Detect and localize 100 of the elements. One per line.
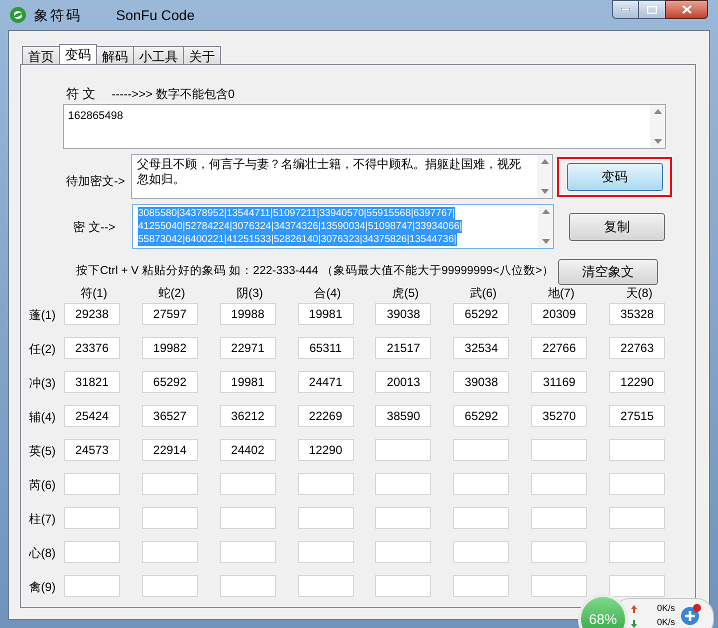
code-input[interactable]: 25424 <box>64 405 120 427</box>
code-input[interactable]: 35270 <box>531 405 588 427</box>
code-input[interactable] <box>142 473 198 495</box>
code-input[interactable] <box>453 507 510 529</box>
minimize-button[interactable] <box>612 0 639 19</box>
code-input[interactable]: 19988 <box>220 303 276 325</box>
tab[interactable]: 变码 <box>59 44 97 64</box>
code-input[interactable]: 29238 <box>64 303 120 325</box>
scroll-up-icon[interactable] <box>654 109 662 114</box>
code-input[interactable]: 24573 <box>64 439 120 461</box>
code-input[interactable] <box>64 575 120 597</box>
code-input[interactable] <box>531 541 588 563</box>
scroll-down-icon[interactable] <box>654 139 662 144</box>
code-input[interactable] <box>609 575 666 597</box>
code-input[interactable] <box>142 541 198 563</box>
code-input[interactable]: 27515 <box>609 405 666 427</box>
code-input[interactable]: 20309 <box>531 303 588 325</box>
scroll-up-icon[interactable] <box>540 159 548 164</box>
code-input[interactable]: 21517 <box>375 337 432 359</box>
copy-button[interactable]: 复制 <box>569 212 665 240</box>
tab[interactable]: 首页 <box>22 46 60 64</box>
code-input[interactable] <box>609 507 666 529</box>
tab[interactable]: 小工具 <box>133 46 184 64</box>
scroll-down-icon[interactable] <box>540 189 548 194</box>
code-input[interactable]: 12290 <box>609 371 666 393</box>
code-input[interactable] <box>375 439 432 461</box>
code-input[interactable] <box>298 541 354 563</box>
code-input[interactable] <box>64 507 120 529</box>
code-input[interactable] <box>375 541 432 563</box>
code-input[interactable] <box>220 575 276 597</box>
upload-speed: 0K/s <box>657 603 676 614</box>
code-input[interactable] <box>453 541 510 563</box>
code-input[interactable]: 19982 <box>142 337 198 359</box>
close-button[interactable] <box>665 0 708 19</box>
code-input[interactable]: 31821 <box>64 371 120 393</box>
code-input[interactable] <box>453 473 510 495</box>
code-input[interactable]: 39038 <box>453 371 510 393</box>
code-input[interactable]: 12290 <box>298 439 354 461</box>
code-input[interactable]: 38590 <box>375 405 432 427</box>
code-input[interactable] <box>531 473 588 495</box>
code-input[interactable]: 24402 <box>220 439 276 461</box>
code-input[interactable] <box>453 575 510 597</box>
scroll-up-icon[interactable] <box>542 209 550 214</box>
code-input[interactable] <box>64 473 120 495</box>
source-hint: ----->>> 数字不能包含0 <box>112 86 235 103</box>
scrollbar[interactable] <box>538 205 553 248</box>
code-input[interactable]: 27597 <box>142 303 198 325</box>
code-input[interactable]: 36212 <box>220 405 276 427</box>
code-input[interactable] <box>531 507 588 529</box>
code-input[interactable]: 20013 <box>375 371 432 393</box>
code-input[interactable]: 24471 <box>298 371 354 393</box>
code-input[interactable]: 35328 <box>609 303 666 325</box>
row-header: 芮(6) <box>29 477 56 494</box>
tab[interactable]: 解码 <box>96 46 134 64</box>
tab[interactable]: 关于 <box>183 46 221 64</box>
code-input[interactable]: 65292 <box>453 303 510 325</box>
code-input[interactable]: 39038 <box>375 303 432 325</box>
code-input[interactable]: 23376 <box>64 337 120 359</box>
scroll-down-icon[interactable] <box>542 239 550 244</box>
code-input[interactable] <box>220 507 276 529</box>
encode-button[interactable]: 变码 <box>566 162 662 190</box>
code-input[interactable]: 31169 <box>531 371 588 393</box>
code-input[interactable]: 19981 <box>298 303 354 325</box>
add-icon[interactable] <box>680 603 702 625</box>
code-input[interactable] <box>298 473 354 495</box>
source-field[interactable]: 162865498 <box>63 104 666 149</box>
code-input[interactable] <box>375 473 432 495</box>
code-input[interactable] <box>220 541 276 563</box>
code-input[interactable] <box>142 575 198 597</box>
code-input[interactable] <box>531 439 588 461</box>
code-input[interactable]: 22766 <box>531 337 588 359</box>
code-input[interactable] <box>531 575 588 597</box>
code-input[interactable]: 22269 <box>298 405 354 427</box>
code-input[interactable] <box>609 541 666 563</box>
code-input[interactable] <box>609 439 666 461</box>
code-input[interactable]: 36527 <box>142 405 198 427</box>
code-input[interactable]: 22763 <box>609 337 666 359</box>
code-input[interactable] <box>142 507 198 529</box>
code-input[interactable] <box>298 575 354 597</box>
code-input[interactable]: 65292 <box>453 405 510 427</box>
code-input[interactable]: 19981 <box>220 371 276 393</box>
plaintext-field[interactable]: 父母且不顾，何言子与妻？名编壮士籍，不得中顾私。捐躯赴国难，视死忽如归。 <box>131 154 553 199</box>
code-input[interactable] <box>64 541 120 563</box>
column-header: 虎(5) <box>392 286 419 300</box>
code-input[interactable]: 32534 <box>453 337 510 359</box>
code-input[interactable] <box>375 507 432 529</box>
maximize-button[interactable] <box>639 0 665 19</box>
code-input[interactable]: 65292 <box>142 371 198 393</box>
scrollbar[interactable] <box>650 105 665 148</box>
code-input[interactable]: 22971 <box>220 337 276 359</box>
code-input[interactable] <box>298 507 354 529</box>
code-input[interactable] <box>375 575 432 597</box>
scrollbar[interactable] <box>537 155 552 198</box>
clear-button[interactable]: 清空象文 <box>558 259 658 285</box>
column-header: 地(7) <box>548 286 575 300</box>
code-input[interactable] <box>220 473 276 495</box>
code-input[interactable] <box>453 439 510 461</box>
code-input[interactable]: 22914 <box>142 439 198 461</box>
code-input[interactable]: 65311 <box>298 337 354 359</box>
code-input[interactable] <box>609 473 666 495</box>
